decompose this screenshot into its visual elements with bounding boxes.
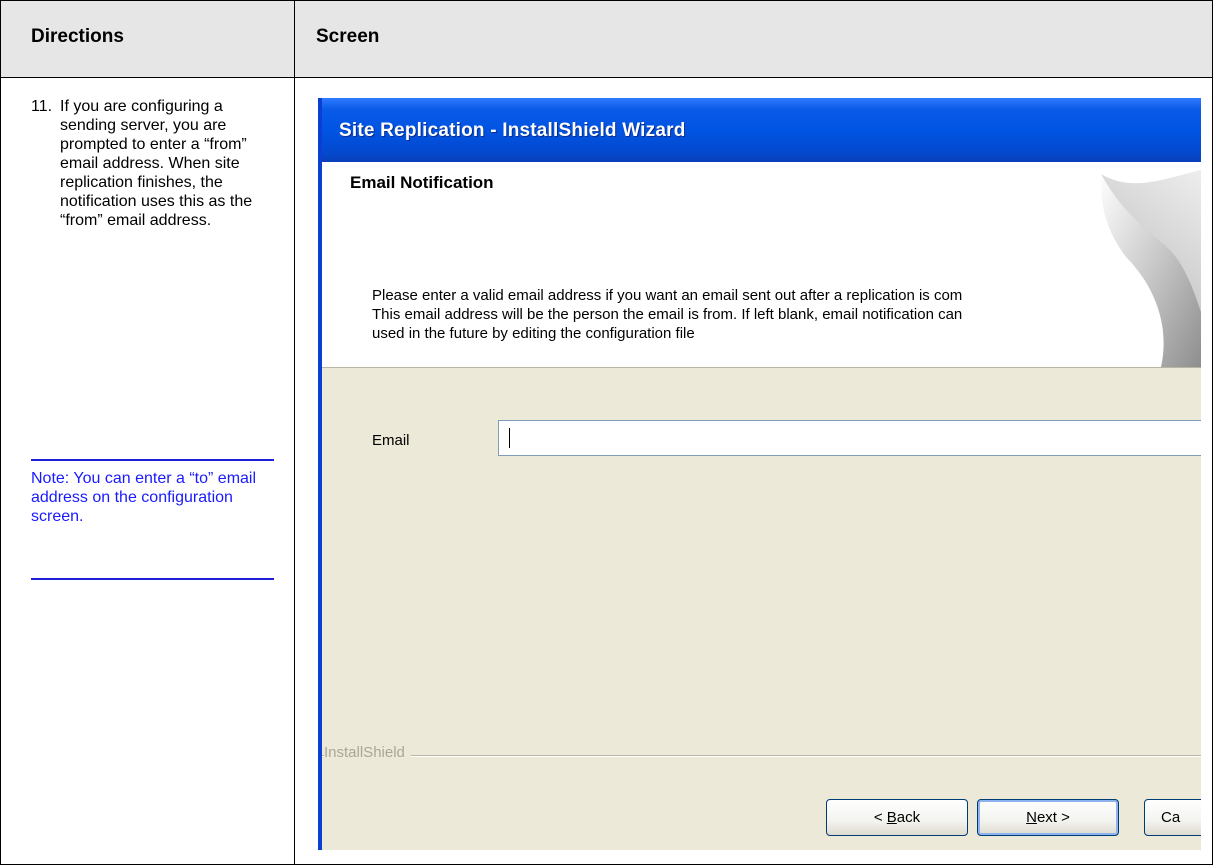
step-text: If you are configuring a sending server,… [60,98,253,229]
note-text: Note: You can enter a “to” email address… [31,470,257,525]
instruction-line: used in the future by editing the config… [372,325,695,342]
next-button[interactable]: Next > [977,799,1119,836]
branding-divider [322,755,1201,757]
wizard-titlebar[interactable]: Site Replication - InstallShield Wizard [322,98,1201,162]
step-number: 11. [31,98,53,115]
note-bottom-rule [31,578,274,580]
directions-table: Directions Screen 11. If you are configu… [0,0,1213,865]
table-header-row: Directions Screen [1,1,1212,78]
next-rest: ext > [1036,809,1070,826]
back-rest: ack [896,809,921,826]
email-field[interactable] [498,420,1201,456]
instruction-line: Please enter a valid email address if yo… [372,287,963,304]
wizard-title: Site Replication - InstallShield Wizard [339,120,686,141]
instruction-line: This email address will be the person th… [372,306,963,323]
text-caret [509,428,510,448]
header-screen: Screen [316,26,380,47]
cancel-button[interactable]: Ca [1144,799,1201,836]
wizard-instructions: Please enter a valid email address if yo… [372,286,1201,343]
back-button[interactable]: < Back [826,799,968,836]
wizard-screenshot: Site Replication - InstallShield Wizard [318,98,1201,850]
email-label: Email [372,432,410,449]
back-accelerator: B [886,809,897,826]
note-top-rule [31,459,274,461]
installshield-brand: InstallShield [324,744,411,761]
next-accelerator: N [1026,809,1037,826]
column-divider [294,1,295,864]
wizard-step-title: Email Notification [350,173,494,192]
header-directions: Directions [31,26,124,47]
back-prefix: < [873,809,887,826]
